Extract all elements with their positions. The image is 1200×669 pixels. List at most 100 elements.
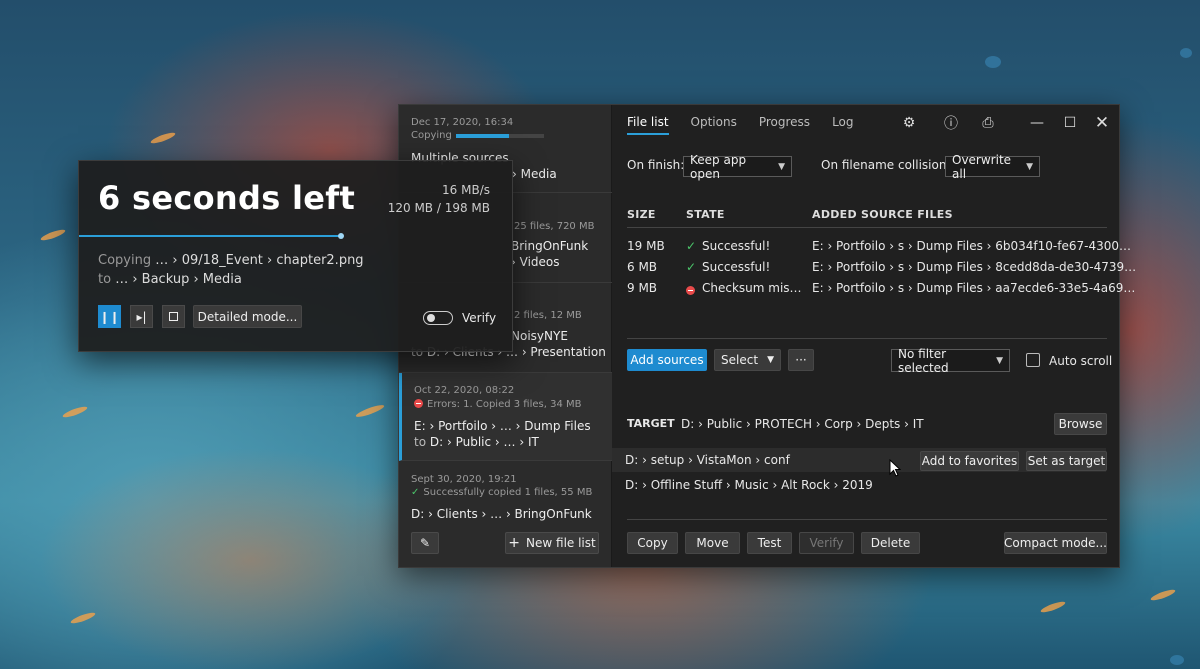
add-to-favorites-button[interactable]: Add to favorites (920, 451, 1019, 471)
stop-button[interactable] (162, 305, 185, 328)
plus-icon: + (508, 535, 521, 551)
printer-icon[interactable]: ⎙ (978, 113, 998, 133)
history-date: Oct 22, 2020, 08:22 (414, 385, 515, 396)
history-date: Sept 30, 2020, 19:21 (411, 474, 517, 485)
history-status-text: Successfully copied 1 files, 55 MB (423, 487, 593, 498)
target-label: TARGET (627, 417, 675, 430)
check-icon: ✓ (411, 487, 420, 498)
delete-button[interactable]: Delete (861, 532, 920, 554)
ember (1039, 599, 1067, 615)
history-line2: › Videos (511, 255, 560, 269)
table-row[interactable]: 6 MB ✓ Successful! E: › Portfoilo › s › … (627, 257, 1136, 277)
gear-icon[interactable]: ⚙ (899, 113, 919, 133)
history-line1: NoisyNYE (511, 329, 568, 343)
edit-button[interactable]: ✎ (411, 532, 439, 554)
new-file-list-label: New file list (526, 536, 596, 550)
copying-label: Copying (98, 253, 152, 268)
chevron-down-icon: ▼ (778, 161, 785, 172)
cell-state: Successful! (702, 260, 771, 274)
pause-button[interactable]: ❙❙ (98, 305, 121, 328)
close-icon[interactable]: ✕ (1092, 113, 1112, 133)
tab-progress[interactable]: Progress (759, 115, 810, 135)
history-line2-text: Media (520, 167, 557, 181)
transfer-speed: 16 MB/s (442, 183, 490, 197)
table-row[interactable]: 9 MB Checksum mis… E: › Portfoilo › s › … (627, 278, 1135, 298)
history-status: Errors: 1. Copied 3 files, 34 MB (414, 399, 582, 410)
progress-handle (338, 233, 345, 239)
minimize-icon[interactable]: — (1027, 113, 1047, 133)
history-status: ✓ Successfully copied 1 files, 55 MB (411, 487, 592, 498)
divider (627, 227, 1107, 228)
history-line1: BringOnFunk (511, 239, 589, 253)
info-icon[interactable]: ⓘ (941, 113, 961, 133)
copying-line: Copying … › 09/18_Event › chapter2.png (98, 253, 364, 268)
move-button[interactable]: Move (685, 532, 740, 554)
history-line2: › Media (512, 167, 557, 181)
filter-dropdown[interactable]: No filter selected ▼ (891, 346, 1010, 375)
ember (149, 130, 177, 146)
column-header-state[interactable]: STATE (686, 208, 725, 221)
auto-scroll-label: Auto scroll (1049, 354, 1113, 368)
table-row[interactable]: 19 MB ✓ Successful! E: › Portfoilo › s ›… (627, 236, 1131, 256)
history-date: Dec 17, 2020, 16:34 (411, 117, 514, 128)
skip-button[interactable]: ▸| (130, 305, 153, 328)
filter-value: No filter selected (898, 346, 949, 375)
on-finish-label: On finish: (627, 158, 685, 172)
collisions-value: Overwrite all (952, 152, 1012, 181)
browse-button[interactable]: Browse (1054, 413, 1107, 435)
collisions-label: On filename collisions: (821, 158, 957, 172)
test-button[interactable]: Test (747, 532, 792, 554)
history-progress (456, 134, 544, 138)
history-status-text: Errors: 1. Copied 3 files, 34 MB (427, 399, 582, 410)
progress-bar (79, 233, 345, 239)
bubble (1180, 48, 1192, 58)
divider (627, 519, 1107, 520)
tab-options[interactable]: Options (691, 115, 737, 135)
set-as-target-button[interactable]: Set as target (1026, 451, 1107, 471)
toggle-knob (427, 314, 435, 322)
new-file-list-button[interactable]: + New file list (505, 532, 599, 554)
maximize-icon[interactable]: ☐ (1060, 113, 1080, 133)
pencil-icon: ✎ (419, 536, 431, 550)
ember (354, 403, 386, 419)
history-line1-text: › Portfoilo › … › Dump Files (429, 419, 591, 433)
history-status: 2 files, 12 MB (514, 310, 582, 321)
compact-mode-button[interactable]: Compact mode... (1004, 532, 1107, 554)
error-icon (414, 399, 423, 408)
verify-toggle[interactable] (423, 311, 453, 325)
verify-button[interactable]: Verify (799, 532, 854, 554)
more-options-button[interactable]: ··· (788, 349, 814, 371)
to-label: to (414, 435, 427, 449)
chevron-down-icon: ▼ (767, 355, 774, 365)
auto-scroll-checkbox[interactable] (1026, 353, 1040, 367)
copy-button[interactable]: Copy (627, 532, 678, 554)
history-line2-text: Videos (519, 255, 560, 269)
favorite-path-row[interactable]: D: › Offline Stuff › Music › Alt Rock › … (612, 473, 1106, 497)
bubble (985, 56, 1001, 68)
column-header-size[interactable]: SIZE (627, 208, 656, 221)
history-card-selected[interactable]: Oct 22, 2020, 08:22 Errors: 1. Copied 3 … (399, 373, 612, 461)
error-icon (686, 283, 699, 297)
ember (1149, 587, 1177, 603)
column-header-sources[interactable]: ADDED SOURCE FILES (812, 208, 953, 221)
on-finish-dropdown[interactable]: Keep app open ▼ (683, 153, 792, 181)
to-label: to (98, 272, 112, 287)
divider (627, 338, 1107, 339)
select-dropdown[interactable]: Select ▼ (714, 349, 781, 371)
cell-path: E: › Portfoilo › s › Dump Files › 8cedd8… (812, 260, 1137, 274)
tab-log[interactable]: Log (832, 115, 853, 135)
check-icon: ✓ (686, 239, 697, 253)
add-sources-button[interactable]: Add sources (627, 349, 707, 371)
cell-state: Successful! (702, 239, 771, 253)
to-line: to … › Backup › Media (98, 272, 242, 287)
select-label: Select (721, 353, 759, 367)
collisions-dropdown[interactable]: Overwrite all ▼ (945, 153, 1040, 181)
tab-bar: File list Options Progress Log (627, 115, 876, 135)
chevron-down-icon: ▼ (1026, 161, 1033, 172)
history-card[interactable]: Sept 30, 2020, 19:21 ✓ Successfully copie… (399, 461, 612, 529)
detailed-mode-button[interactable]: Detailed mode... (193, 305, 302, 328)
check-icon: ✓ (686, 260, 697, 274)
stop-icon (169, 312, 178, 321)
time-left: 6 seconds left (98, 179, 356, 217)
tab-file-list[interactable]: File list (627, 115, 669, 135)
